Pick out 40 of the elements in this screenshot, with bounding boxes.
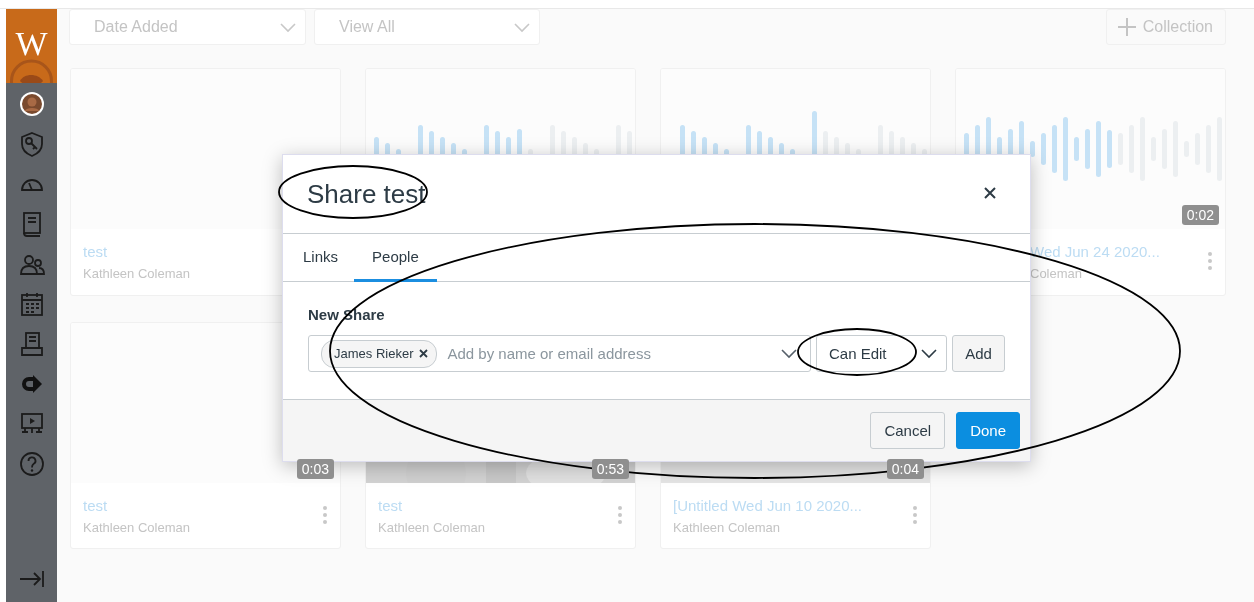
duration-badge: 0:53 bbox=[591, 459, 629, 479]
logo-letter: W bbox=[15, 27, 48, 61]
chevron-down-icon bbox=[780, 348, 798, 359]
person-chip[interactable]: James Rieker bbox=[321, 339, 438, 368]
more-options-icon[interactable] bbox=[322, 505, 328, 525]
author-name: Kathleen Coleman bbox=[378, 520, 485, 535]
plus-icon bbox=[1116, 17, 1137, 37]
calendar-icon[interactable] bbox=[18, 291, 45, 317]
help-icon[interactable] bbox=[18, 451, 45, 477]
dialog-title: Share test bbox=[307, 178, 426, 210]
people-input-field[interactable]: James Rieker Add by name or email address bbox=[308, 335, 811, 372]
inbox-icon[interactable] bbox=[18, 331, 45, 357]
permission-dropdown[interactable]: Can Edit bbox=[816, 335, 947, 372]
dialog-tab[interactable]: People bbox=[354, 234, 437, 282]
person-avatar-icon[interactable] bbox=[18, 91, 45, 117]
author-name: Kathleen Coleman bbox=[673, 520, 780, 535]
close-icon bbox=[984, 186, 996, 199]
duration-badge: 0:03 bbox=[296, 459, 334, 479]
shield-key-icon[interactable] bbox=[18, 131, 45, 157]
duration-badge: 0:02 bbox=[1181, 205, 1219, 225]
sort-dropdown[interactable]: Date Added bbox=[69, 9, 306, 45]
people-search-input[interactable]: Add by name or email address bbox=[445, 344, 772, 363]
more-options-icon[interactable] bbox=[1207, 251, 1213, 271]
chevron-down-icon bbox=[279, 21, 297, 33]
author-name: Kathleen Coleman bbox=[83, 520, 190, 535]
author-name: Kathleen Coleman bbox=[83, 266, 190, 281]
permission-value: Can Edit bbox=[829, 345, 887, 362]
dialog-tab[interactable]: Links bbox=[287, 234, 355, 282]
chevron-down-icon bbox=[513, 21, 531, 33]
chevron-down-icon bbox=[920, 348, 938, 359]
filter-dropdown[interactable]: View All bbox=[314, 9, 540, 45]
duration-badge: 0:04 bbox=[886, 459, 924, 479]
cancel-button[interactable]: Cancel bbox=[870, 412, 946, 449]
done-button[interactable]: Done bbox=[956, 412, 1020, 449]
remove-icon[interactable] bbox=[419, 349, 429, 358]
author-name: Coleman bbox=[1030, 266, 1083, 281]
more-options-icon[interactable] bbox=[912, 505, 918, 525]
add-button[interactable]: Add bbox=[952, 335, 1005, 372]
more-options-icon[interactable] bbox=[617, 505, 623, 525]
collapse-sidebar-icon[interactable] bbox=[18, 569, 45, 589]
